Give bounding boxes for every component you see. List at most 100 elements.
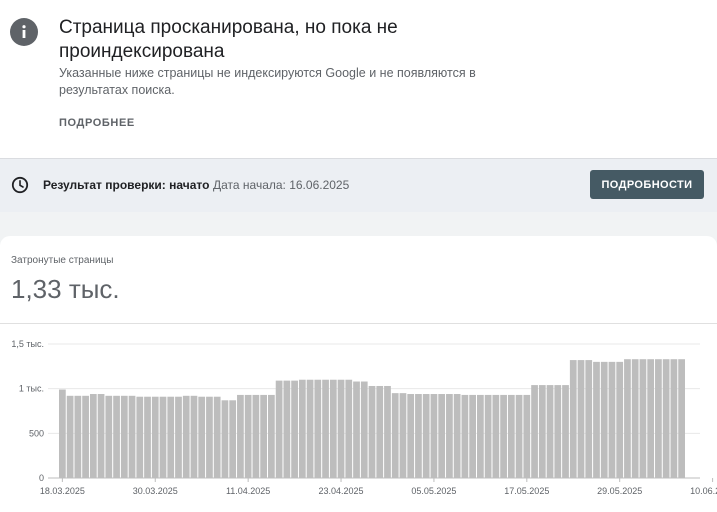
chart-bar[interactable]: [531, 385, 538, 478]
chart-bar[interactable]: [237, 394, 244, 478]
chart-bar[interactable]: [415, 394, 422, 478]
chart-bar[interactable]: [647, 359, 655, 478]
chart-bar[interactable]: [577, 360, 585, 478]
x-tick-label: 18.03.2025: [40, 486, 85, 496]
chart-bar[interactable]: [384, 385, 391, 478]
chart-bar[interactable]: [678, 359, 685, 478]
chart-bar[interactable]: [593, 361, 600, 478]
chart-bar[interactable]: [600, 361, 608, 478]
x-tick-label: 11.04.2025: [226, 486, 270, 496]
y-tick-label: 1 тыс.: [19, 384, 44, 394]
chart-bar[interactable]: [507, 394, 515, 478]
chart-bar[interactable]: [113, 395, 120, 478]
chart-bar[interactable]: [376, 385, 384, 478]
chart-bar[interactable]: [322, 379, 329, 478]
chart-bar[interactable]: [360, 381, 368, 478]
chart-bar[interactable]: [477, 394, 484, 478]
chart-bar[interactable]: [399, 393, 407, 478]
chart-bar[interactable]: [59, 389, 66, 478]
x-tick-label: 10.06.2025: [690, 486, 717, 496]
chart-bar[interactable]: [175, 396, 182, 478]
chart-bar[interactable]: [608, 361, 616, 478]
x-tick-label: 05.05.2025: [411, 486, 456, 496]
chart-bar[interactable]: [337, 379, 345, 478]
chart-bar[interactable]: [616, 361, 624, 478]
chart-bar[interactable]: [229, 400, 237, 478]
chart-bar[interactable]: [291, 380, 298, 478]
details-button[interactable]: ПОДРОБНОСТИ: [590, 170, 704, 199]
chart-bar[interactable]: [206, 396, 213, 478]
chart-bar[interactable]: [500, 394, 507, 478]
chart-bar[interactable]: [283, 380, 291, 478]
metric-value: 1,33 тыс.: [11, 274, 120, 304]
chart-bar[interactable]: [391, 393, 399, 478]
chart-bar[interactable]: [182, 395, 190, 478]
chart-bar[interactable]: [213, 396, 221, 478]
chart-bar[interactable]: [430, 394, 438, 478]
chart-bar[interactable]: [554, 385, 562, 478]
affected-pages-card: Затронутые страницы 1,33 тыс. 0 500 1 тыс.…: [0, 236, 717, 512]
chart-bar[interactable]: [252, 394, 260, 478]
chart-bar[interactable]: [74, 395, 82, 478]
issue-description: Указанные ниже страницы не индексируются…: [59, 66, 476, 97]
validation-bar: Результат проверки: начато Дата начала: …: [0, 158, 717, 213]
chart-bar[interactable]: [105, 395, 113, 478]
chart-bar[interactable]: [66, 395, 74, 478]
chart-bar[interactable]: [515, 394, 523, 478]
chart-bar[interactable]: [538, 385, 546, 478]
chart-bar[interactable]: [492, 394, 500, 478]
chart-bar[interactable]: [97, 394, 105, 478]
chart-bar[interactable]: [314, 379, 322, 478]
chart-bar[interactable]: [453, 394, 461, 478]
chart-bar[interactable]: [151, 396, 159, 478]
chart-bar[interactable]: [136, 396, 144, 478]
chart-bar[interactable]: [422, 394, 430, 478]
metric-label: Затронутые страницы: [11, 255, 114, 266]
chart-bar[interactable]: [144, 396, 151, 478]
chart-bar[interactable]: [128, 395, 136, 478]
chart-bar[interactable]: [159, 396, 167, 478]
chart-bar[interactable]: [523, 394, 531, 478]
chart-bar[interactable]: [268, 394, 275, 478]
chart-bar[interactable]: [167, 396, 175, 478]
divider: [0, 323, 717, 324]
chart-bar[interactable]: [353, 381, 360, 478]
chart-bar[interactable]: [407, 394, 415, 478]
chart-bar[interactable]: [562, 385, 569, 478]
validation-status: Результат проверки: начато: [43, 178, 210, 192]
chart-bar[interactable]: [89, 394, 97, 478]
chart-bar[interactable]: [244, 394, 252, 478]
chart-bar[interactable]: [469, 394, 476, 478]
chart-bar[interactable]: [275, 380, 283, 478]
chart-bar[interactable]: [569, 360, 577, 478]
chart-bar[interactable]: [198, 396, 206, 478]
chart-bar[interactable]: [662, 359, 670, 478]
learn-more-link[interactable]: ПОДРОБНЕЕ: [59, 117, 135, 129]
chart-bar[interactable]: [190, 395, 198, 478]
chart-bar[interactable]: [624, 359, 631, 478]
chart-bar[interactable]: [546, 385, 554, 478]
affected-pages-chart: 0 500 1 тыс. 1,5 тыс. 18.03.2025 30.03.2025 11…: [11, 339, 717, 496]
chart-bar[interactable]: [221, 400, 229, 478]
chart-bar[interactable]: [631, 359, 639, 478]
chart-bar[interactable]: [368, 385, 376, 478]
chart-bar[interactable]: [461, 394, 469, 478]
chart-bar[interactable]: [298, 379, 306, 478]
chart-bar[interactable]: [585, 360, 593, 478]
chart-bar[interactable]: [329, 379, 337, 478]
chart-bar[interactable]: [639, 359, 647, 478]
chart-bar[interactable]: [484, 394, 492, 478]
chart-bar[interactable]: [82, 395, 89, 478]
chart-bar[interactable]: [655, 359, 662, 478]
chart-bar[interactable]: [438, 394, 446, 478]
chart-bar[interactable]: [670, 359, 678, 478]
chart-bar[interactable]: [345, 379, 353, 478]
chart-bar[interactable]: [446, 394, 453, 478]
y-tick-label: 500: [29, 428, 44, 438]
info-icon: [10, 18, 38, 46]
x-tick-label: 23.04.2025: [319, 486, 364, 496]
chart-bar[interactable]: [260, 394, 267, 478]
y-tick-label: 0: [39, 473, 44, 483]
chart-bar[interactable]: [120, 395, 128, 478]
chart-bar[interactable]: [306, 379, 314, 478]
